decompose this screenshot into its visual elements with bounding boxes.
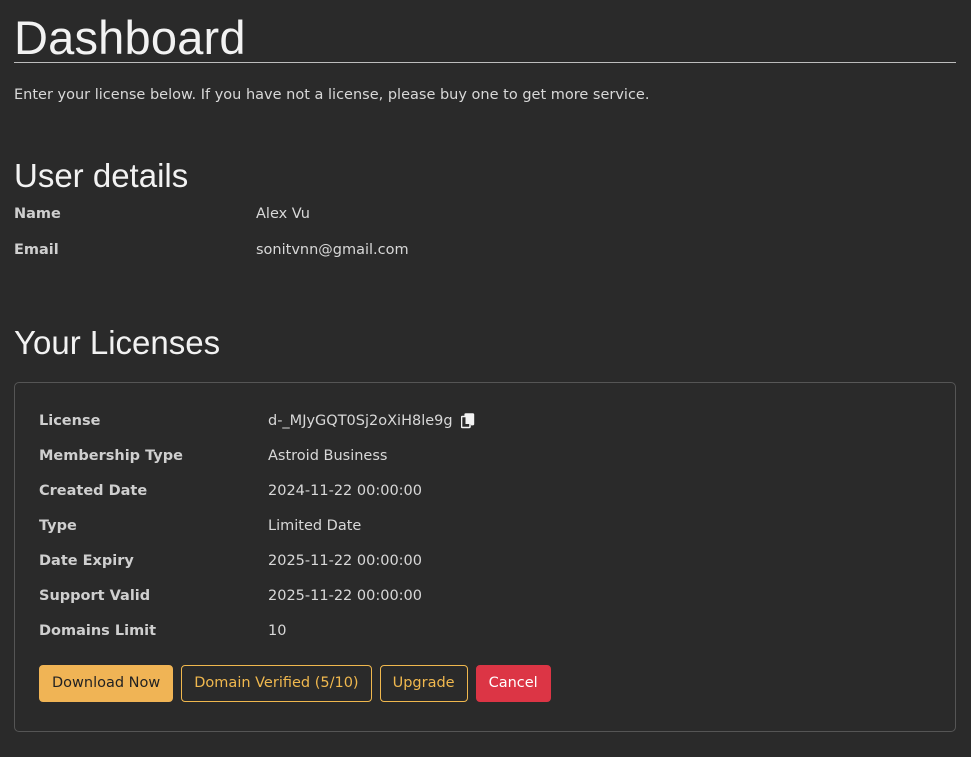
date-expiry-label: Date Expiry xyxy=(39,552,134,569)
user-name-row: Name Alex Vu xyxy=(14,196,956,232)
license-card: License d-_MJyGQT0Sj2oXiH8le9g Membershi… xyxy=(14,382,956,732)
license-value-wrap: d-_MJyGQT0Sj2oXiH8le9g xyxy=(268,413,475,429)
membership-type-label: Membership Type xyxy=(39,447,183,464)
licenses-title: Your Licenses xyxy=(14,324,221,361)
support-valid-row: Support Valid 2025-11-22 00:00:00 xyxy=(39,578,931,613)
dashboard-page: Dashboard Enter your license below. If y… xyxy=(0,0,971,757)
type-value: Limited Date xyxy=(268,517,362,534)
intro-text: Enter your license below. If you have no… xyxy=(14,87,650,103)
support-valid-value: 2025-11-22 00:00:00 xyxy=(268,587,422,604)
support-valid-label: Support Valid xyxy=(39,587,151,604)
user-email-value: sonitvnn@gmail.com xyxy=(256,242,409,258)
domain-verified-button[interactable]: Domain Verified (5/10) xyxy=(181,665,372,702)
membership-type-row: Membership Type Astroid Business xyxy=(39,438,931,473)
copy-icon[interactable] xyxy=(460,412,475,429)
type-label: Type xyxy=(39,517,77,534)
user-details-title: User details xyxy=(14,157,189,194)
date-expiry-row: Date Expiry 2025-11-22 00:00:00 xyxy=(39,543,931,578)
user-details: Name Alex Vu Email sonitvnn@gmail.com xyxy=(14,196,956,268)
created-date-label: Created Date xyxy=(39,482,148,499)
type-row: Type Limited Date xyxy=(39,508,931,543)
upgrade-button[interactable]: Upgrade xyxy=(379,665,468,702)
domains-limit-row: Domains Limit 10 xyxy=(39,613,931,648)
license-row: License d-_MJyGQT0Sj2oXiH8le9g xyxy=(39,403,931,438)
user-email-label: Email xyxy=(14,242,59,258)
user-email-row: Email sonitvnn@gmail.com xyxy=(14,232,956,268)
domains-limit-value: 10 xyxy=(268,622,287,639)
created-date-row: Created Date 2024-11-22 00:00:00 xyxy=(39,473,931,508)
cancel-button[interactable]: Cancel xyxy=(475,665,551,702)
user-name-label: Name xyxy=(14,206,61,222)
date-expiry-value: 2025-11-22 00:00:00 xyxy=(268,552,422,569)
license-key: d-_MJyGQT0Sj2oXiH8le9g xyxy=(268,412,453,429)
page-title: Dashboard xyxy=(14,11,246,64)
download-now-button[interactable]: Download Now xyxy=(39,665,174,702)
license-actions: Download Now Domain Verified (5/10) Upgr… xyxy=(39,665,931,702)
user-name-value: Alex Vu xyxy=(256,206,310,222)
domains-limit-label: Domains Limit xyxy=(39,622,157,639)
membership-type-value: Astroid Business xyxy=(268,447,388,464)
created-date-value: 2024-11-22 00:00:00 xyxy=(268,482,422,499)
license-label: License xyxy=(39,412,101,429)
